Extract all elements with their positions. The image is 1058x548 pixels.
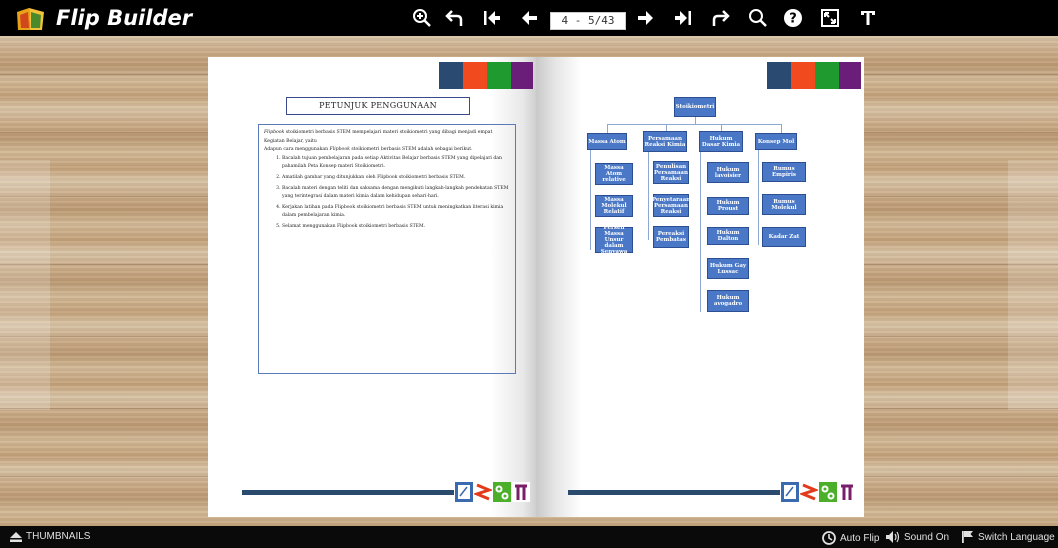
next-page-button[interactable] xyxy=(634,6,658,30)
concept-node: Penyetaraan Persamaan Reaksi xyxy=(652,194,690,217)
last-page-icon xyxy=(675,11,691,25)
page-indicator-input[interactable]: 4 - 5/43 xyxy=(550,12,626,30)
list-item: Bacalah materi dengan teliti dan saksama… xyxy=(282,185,510,202)
concept-node: Hukum avogadro xyxy=(707,290,749,312)
color-square-red xyxy=(791,62,815,89)
concept-head-konsep-mol: Konsep Mol xyxy=(755,133,797,150)
auto-flip-button[interactable]: Auto Flip xyxy=(822,531,879,545)
next-page-icon xyxy=(638,11,653,25)
svg-text:?: ? xyxy=(789,12,797,27)
text-icon xyxy=(861,11,875,25)
switch-language-label: Switch Language xyxy=(978,531,1055,543)
sound-button[interactable]: Sound On xyxy=(886,531,949,543)
concept-node: Hukum Gay Lussac xyxy=(707,258,749,279)
last-page-button[interactable] xyxy=(671,6,695,30)
science-icon xyxy=(781,482,799,502)
text-mode-button[interactable] xyxy=(856,6,880,30)
previous-page-button[interactable] xyxy=(517,6,541,30)
concept-node: Massa Molekul Relatif xyxy=(595,195,633,217)
list-item: Amatilah gambar yang ditunjukkan oleh Fl… xyxy=(282,174,510,183)
zoom-in-button[interactable] xyxy=(410,6,434,30)
first-page-icon xyxy=(484,11,500,25)
search-button[interactable] xyxy=(746,6,770,30)
color-square-green xyxy=(815,62,839,89)
right-page[interactable]: Stoikiometri Massa Atom Massa Atom relat… xyxy=(536,57,864,517)
share-icon xyxy=(712,10,730,26)
thumbnails-button[interactable]: THUMBNAILS xyxy=(10,531,90,542)
concept-head-hukum-dasar: Hukum Dasar Kimia xyxy=(699,131,743,152)
left-page[interactable]: PETUNJUK PENGGUNAAN Flipbook stoikiometr… xyxy=(208,57,536,517)
concept-head-massa-atom: Massa Atom xyxy=(587,133,627,150)
concept-node: Massa Atom relative xyxy=(595,163,633,185)
help-icon: ? xyxy=(784,9,802,27)
prev-flip-area[interactable] xyxy=(0,160,50,410)
math-icon xyxy=(512,482,530,502)
list-item: Bacalah tujuan pembelajaran pada setiap … xyxy=(282,155,510,172)
top-toolbar: Flip Builder 4 - 5/43 ? xyxy=(0,0,1058,36)
sound-label: Sound On xyxy=(904,531,950,543)
color-square-blue xyxy=(439,62,463,89)
concept-node: Kadar Zat xyxy=(762,227,806,247)
prev-page-icon xyxy=(522,11,537,25)
back-icon xyxy=(445,10,463,26)
footer-bar xyxy=(242,490,454,495)
eject-icon xyxy=(10,531,22,542)
technology-icon xyxy=(800,482,818,502)
instructions-box: Flipbook stoikiometri berbasis STEM memp… xyxy=(258,124,516,374)
next-flip-area[interactable] xyxy=(1008,160,1058,410)
fullscreen-button[interactable] xyxy=(818,6,842,30)
concept-node: Persen Massa Unsur dalam Senyawa xyxy=(595,225,633,255)
list-item: Kerjakan latihan pada Flipbook stoikiome… xyxy=(282,204,510,221)
color-square-purple xyxy=(839,62,861,89)
color-square-green xyxy=(487,62,511,89)
steps-list: Bacalah tujuan pembelajaran pada setiap … xyxy=(264,155,510,232)
search-icon xyxy=(749,9,767,27)
color-square-red xyxy=(463,62,487,89)
fullscreen-icon xyxy=(821,9,839,27)
engineering-icon xyxy=(493,482,511,502)
first-page-button[interactable] xyxy=(480,6,504,30)
auto-flip-label: Auto Flip xyxy=(840,532,880,544)
help-button[interactable]: ? xyxy=(781,6,805,30)
speaker-icon xyxy=(886,531,900,543)
flag-icon xyxy=(962,531,973,543)
flipbuilder-logo-icon xyxy=(17,8,44,30)
engineering-icon xyxy=(819,482,837,502)
concept-head-persamaan-reaksi: Persamaan Reaksi Kimia xyxy=(643,131,687,152)
concept-node: Pereaksi Pembatas xyxy=(653,226,689,248)
footer-bar xyxy=(568,490,780,495)
concept-root: Stoikiometri xyxy=(674,97,716,117)
concept-node: Rumus Molekul xyxy=(762,194,806,215)
back-button[interactable] xyxy=(443,6,467,30)
usage-paragraph: Adapun cara menggunakan Flipbook stoikio… xyxy=(264,147,473,153)
concept-node: Hukum Proust xyxy=(707,197,749,215)
bottom-bar: THUMBNAILS Auto Flip Sound On Switch Lan… xyxy=(0,526,1058,548)
concept-node: Hukum lavoisier xyxy=(707,162,749,183)
clock-icon xyxy=(822,531,836,545)
list-item: Selamat menggunakan Flipbook stoikiometr… xyxy=(282,223,510,232)
color-square-purple xyxy=(511,62,533,89)
concept-node: Hukum Dalton xyxy=(707,227,749,245)
app-brand: Flip Builder xyxy=(56,6,193,30)
page-title: PETUNJUK PENGGUNAAN xyxy=(286,97,470,115)
concept-node: Penulisan Persamaan Reaksi xyxy=(653,161,689,184)
zoom-in-icon xyxy=(413,9,431,27)
math-icon xyxy=(838,482,856,502)
switch-language-button[interactable]: Switch Language xyxy=(962,531,1055,543)
science-icon xyxy=(455,482,473,502)
technology-icon xyxy=(474,482,492,502)
intro-paragraph: Flipbook stoikiometri berbasis STEM memp… xyxy=(264,130,493,144)
color-square-blue xyxy=(767,62,791,89)
thumbnails-label: THUMBNAILS xyxy=(26,531,91,542)
share-button[interactable] xyxy=(708,6,732,30)
concept-node: Rumus Empiris xyxy=(762,162,806,182)
